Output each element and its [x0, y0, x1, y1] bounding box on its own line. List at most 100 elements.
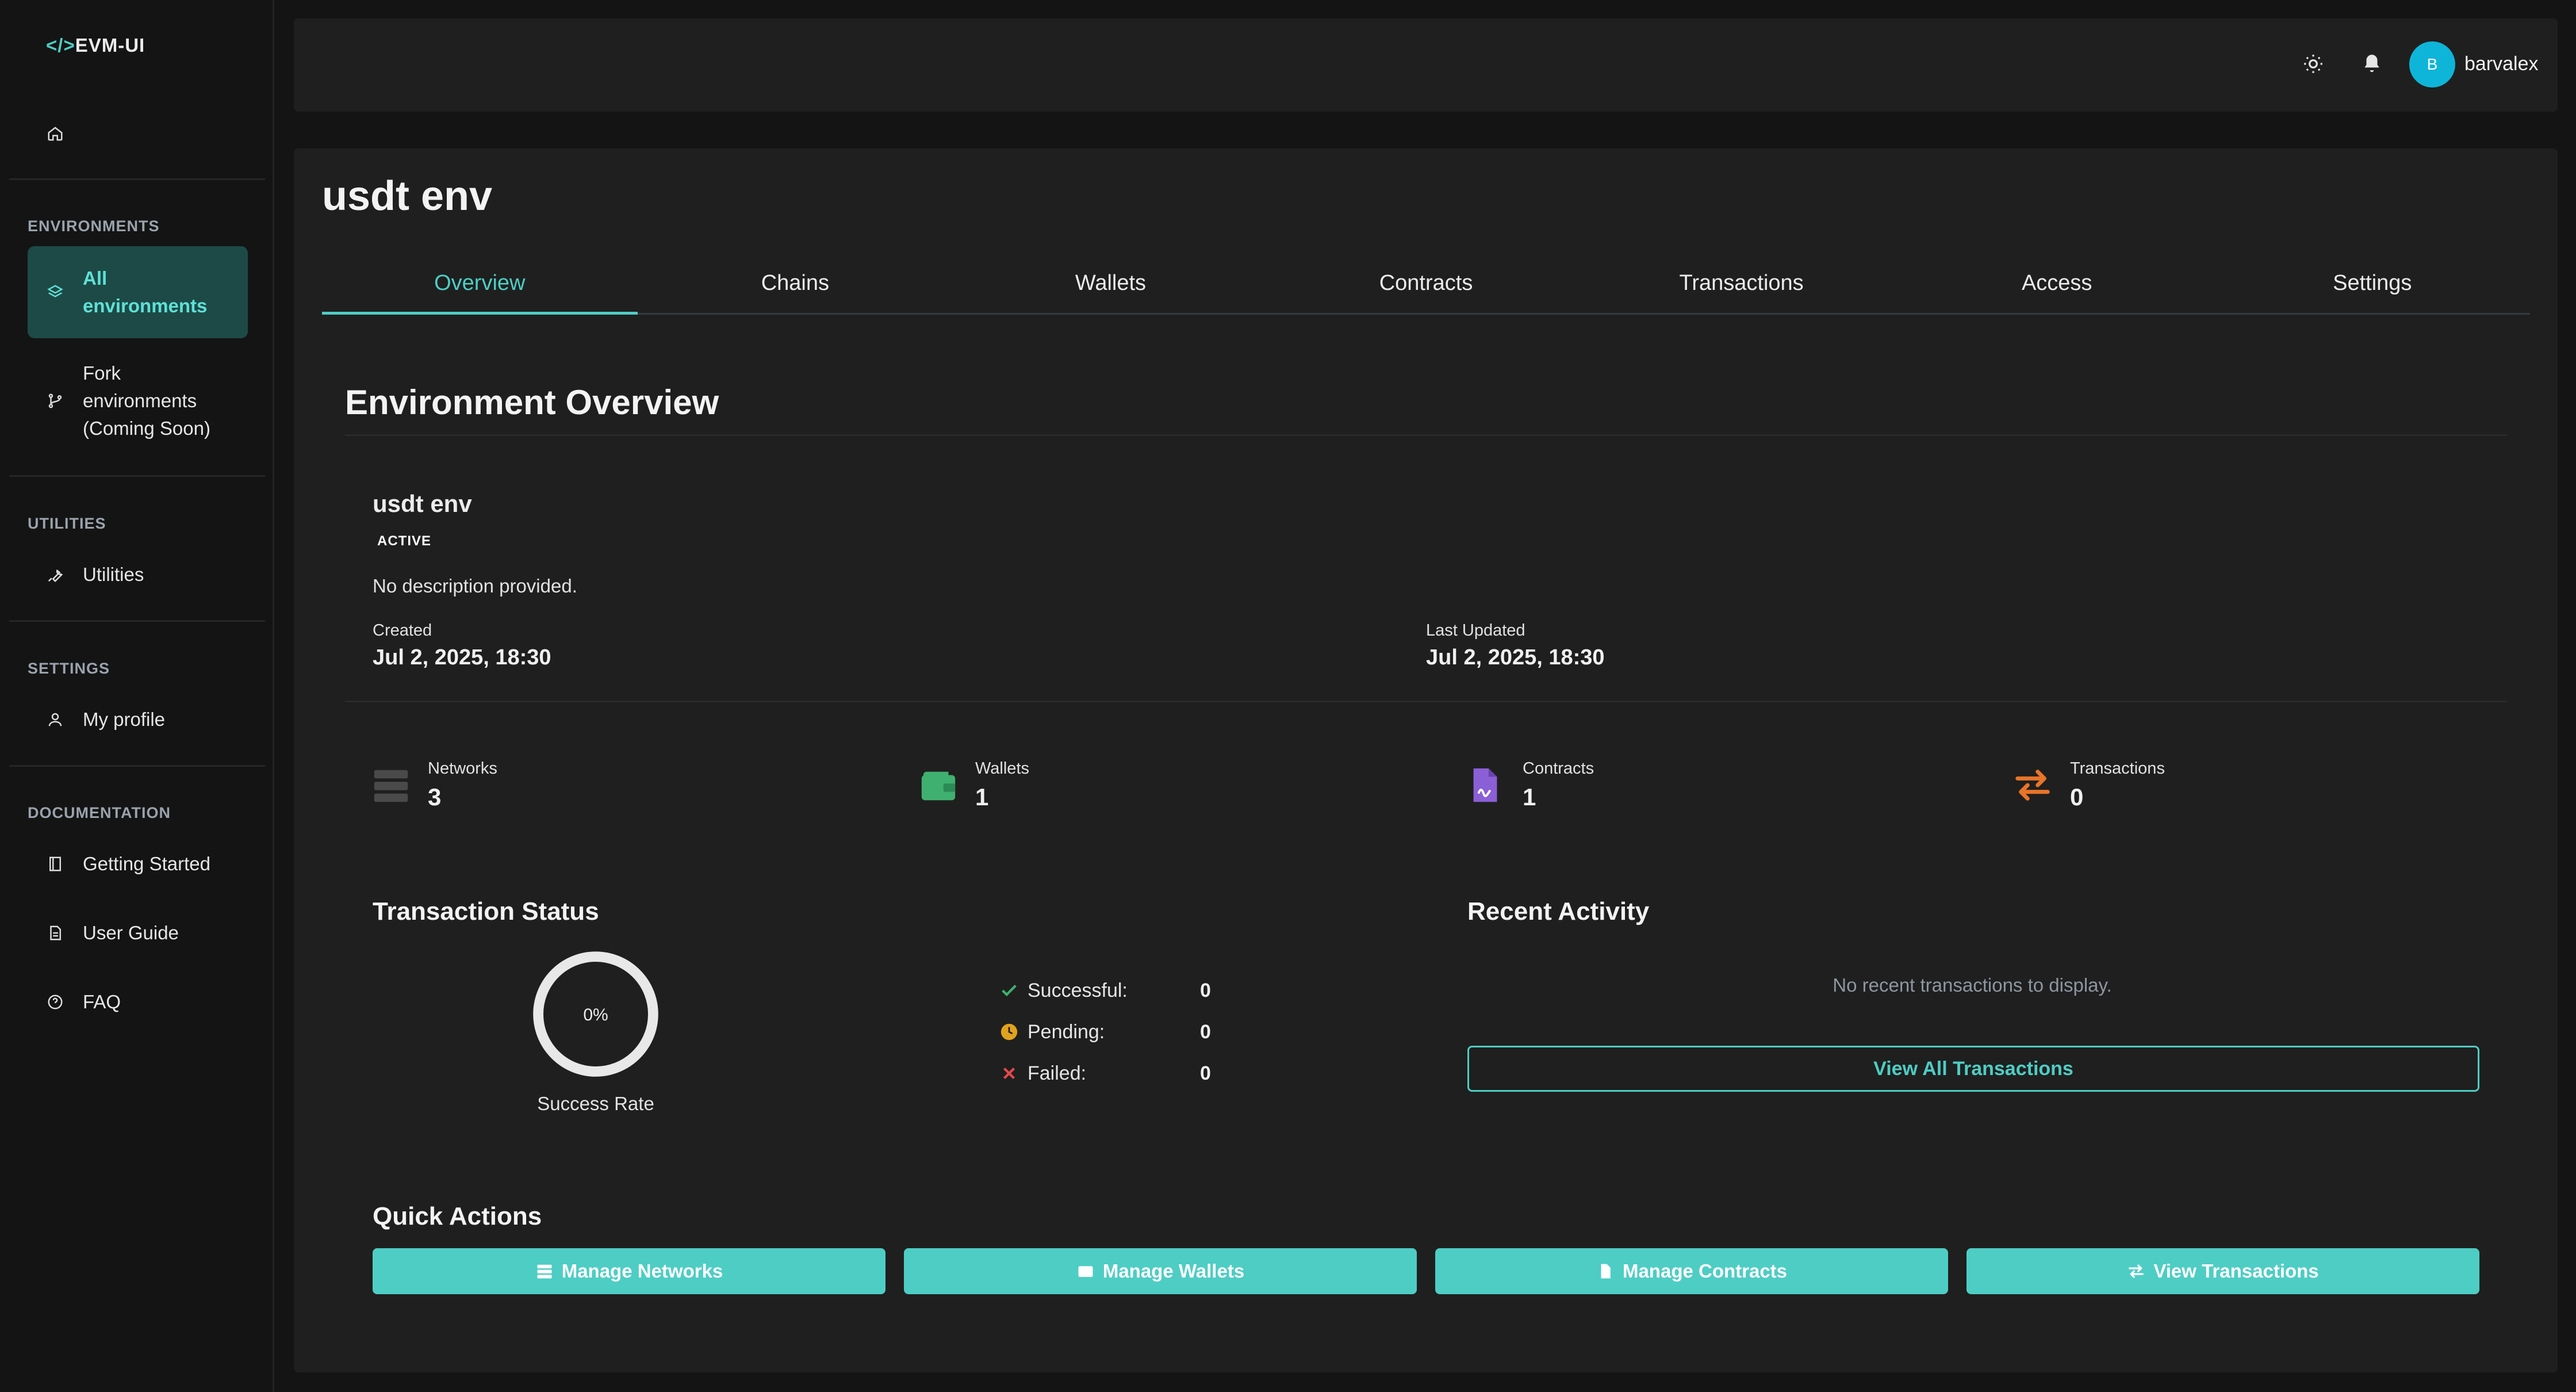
tab-transactions[interactable]: Transactions — [1584, 253, 1899, 313]
manage-contracts-button[interactable]: Manage Contracts — [1435, 1248, 1948, 1294]
view-all-transactions-button[interactable]: View All Transactions — [1467, 1046, 2479, 1092]
tab-wallets[interactable]: Wallets — [953, 253, 1268, 313]
environment-name: usdt env — [373, 490, 472, 517]
section-title-documentation: DOCUMENTATION — [28, 804, 171, 821]
contract-file-icon — [1596, 1262, 1615, 1280]
divider — [345, 701, 2507, 702]
view-transactions-button[interactable]: View Transactions — [1966, 1248, 2479, 1294]
sidebar-divider — [9, 765, 265, 767]
button-label: View Transactions — [2153, 1260, 2319, 1282]
status-label: Failed: — [1028, 1062, 1087, 1084]
exchange-arrows-icon — [2127, 1262, 2145, 1280]
bell-icon[interactable] — [2359, 51, 2385, 77]
stat-label-contracts: Contracts — [1523, 759, 1594, 778]
tab-bar: Overview Chains Wallets Contracts Transa… — [322, 253, 2530, 315]
wallet-icon — [921, 771, 956, 801]
section-title-settings: SETTINGS — [28, 660, 110, 677]
label-line: (Coming Soon) — [83, 418, 210, 439]
status-value: 0 — [1200, 1020, 1211, 1043]
logo-code-glyph: </> — [46, 35, 75, 56]
status-value: 0 — [1200, 1062, 1211, 1084]
stat-value-wallets: 1 — [975, 783, 989, 810]
tab-access[interactable]: Access — [1899, 253, 2215, 313]
sidebar-item-user-guide[interactable]: User Guide — [28, 919, 248, 947]
success-rate-label: Success Rate — [537, 1093, 654, 1114]
username[interactable]: barvalex — [2464, 53, 2539, 75]
question-circle-icon — [45, 992, 66, 1012]
stat-label-wallets: Wallets — [975, 759, 1029, 778]
sidebar-item-my-profile[interactable]: My profile — [28, 706, 248, 733]
app-logo[interactable]: </>EVM-UI — [46, 35, 145, 56]
sidebar-item-dashboard[interactable] — [28, 120, 248, 147]
sidebar-divider — [9, 178, 265, 180]
avatar[interactable]: B — [2409, 41, 2455, 87]
label-line: environments — [83, 295, 208, 316]
page-title: usdt env — [322, 173, 493, 219]
tab-settings[interactable]: Settings — [2214, 253, 2530, 313]
label-line: environments — [83, 390, 197, 411]
stat-label-transactions: Transactions — [2070, 759, 2165, 778]
success-rate-value: 0% — [583, 1005, 608, 1024]
updated-value: Jul 2, 2025, 18:30 — [1426, 645, 1605, 670]
x-icon — [999, 1063, 1019, 1084]
status-row-failed: Failed: 0 — [999, 1060, 1211, 1087]
sidebar-item-utilities[interactable]: Utilities — [28, 561, 248, 588]
sidebar-item-fork-environments[interactable]: Fork environments (Coming Soon) — [28, 360, 248, 442]
top-bar — [294, 18, 2558, 112]
section-heading: Environment Overview — [345, 383, 719, 422]
button-label: Manage Networks — [561, 1260, 723, 1282]
tab-chains[interactable]: Chains — [638, 253, 953, 313]
status-row-pending: Pending: 0 — [999, 1018, 1211, 1046]
stat-value-networks: 3 — [428, 783, 442, 810]
sidebar-item-label: Fork environments (Coming Soon) — [83, 360, 210, 442]
sidebar-item-all-environments[interactable]: All environments — [28, 246, 248, 338]
recent-activity-heading: Recent Activity — [1467, 897, 1650, 926]
sidebar-item-label: User Guide — [83, 922, 179, 943]
status-row-successful: Successful: 0 — [999, 977, 1211, 1004]
manage-wallets-button[interactable]: Manage Wallets — [904, 1248, 1417, 1294]
check-icon — [999, 980, 1019, 1001]
sidebar-divider — [9, 620, 265, 622]
sidebar-item-getting-started[interactable]: Getting Started — [28, 850, 248, 878]
environment-description: No description provided. — [373, 575, 577, 596]
label-line: Fork — [83, 362, 121, 384]
section-title-utilities: UTILITIES — [28, 515, 106, 532]
button-label: Manage Wallets — [1102, 1260, 1245, 1282]
sun-icon[interactable] — [2300, 51, 2326, 77]
home-icon — [45, 123, 66, 144]
main-panel — [294, 148, 2558, 1372]
stat-value-transactions: 0 — [2070, 783, 2084, 810]
sidebar-item-label: My profile — [83, 709, 166, 730]
sidebar-item-faq[interactable]: FAQ — [28, 988, 248, 1016]
document-icon — [45, 923, 66, 943]
server-icon — [535, 1262, 554, 1280]
quick-actions-heading: Quick Actions — [373, 1202, 542, 1230]
sidebar-item-label: Getting Started — [83, 853, 210, 874]
clock-icon — [999, 1022, 1019, 1042]
git-branch-icon — [45, 391, 66, 411]
user-icon — [45, 709, 66, 730]
sidebar-item-label: FAQ — [83, 991, 121, 1012]
wrench-icon — [45, 564, 66, 585]
wallet-icon — [1076, 1262, 1095, 1280]
logo-text: EVM-UI — [75, 35, 145, 56]
book-icon — [45, 854, 66, 874]
status-value: 0 — [1200, 979, 1211, 1001]
status-label: Successful: — [1028, 979, 1128, 1001]
sidebar-divider — [9, 475, 265, 477]
layers-icon — [45, 282, 66, 303]
tab-contracts[interactable]: Contracts — [1268, 253, 1584, 313]
status-badge: ACTIVE — [377, 533, 432, 549]
stat-value-contracts: 1 — [1523, 783, 1536, 810]
status-label: Pending: — [1028, 1020, 1105, 1043]
button-label: Manage Contracts — [1622, 1260, 1788, 1282]
exchange-arrows-icon — [2015, 770, 2050, 801]
manage-networks-button[interactable]: Manage Networks — [373, 1248, 885, 1294]
tab-overview[interactable]: Overview — [322, 253, 638, 315]
created-label: Created — [373, 621, 432, 640]
transaction-status-heading: Transaction Status — [373, 897, 599, 926]
updated-label: Last Updated — [1426, 621, 1525, 640]
section-title-environments: ENVIRONMENTS — [28, 217, 160, 235]
empty-state-text: No recent transactions to display. — [1833, 974, 2112, 996]
sidebar-item-label: All environments — [83, 265, 207, 320]
